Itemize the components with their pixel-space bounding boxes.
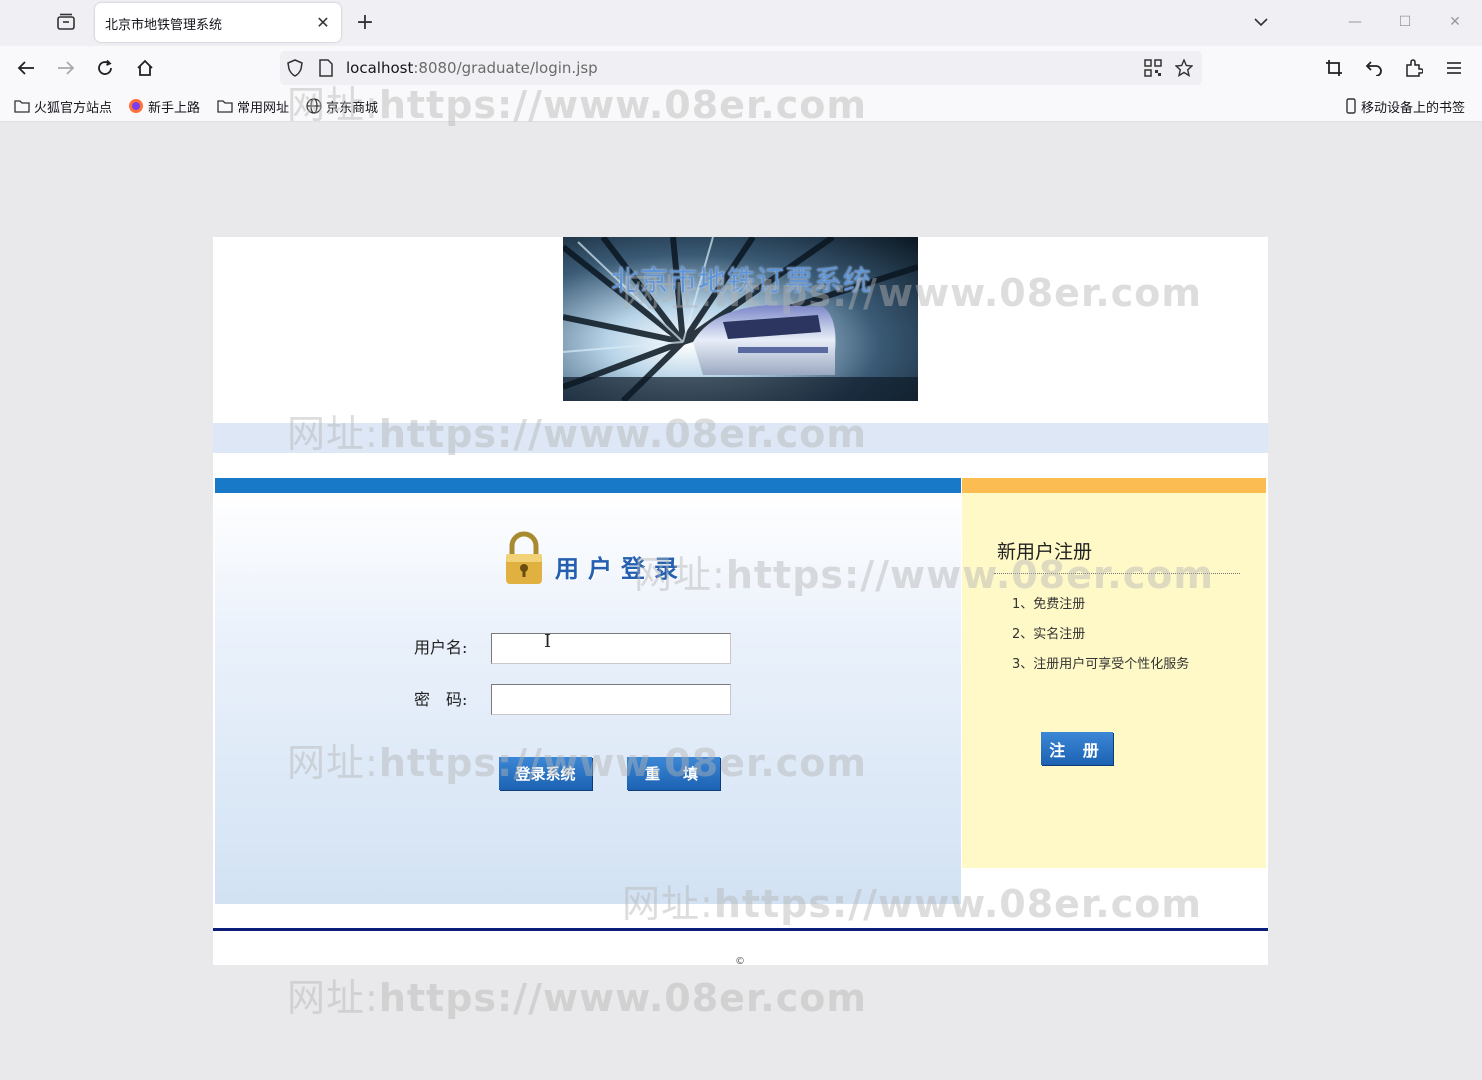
password-label: 密 码: bbox=[414, 690, 468, 709]
close-tab-icon[interactable]: ✕ bbox=[313, 12, 333, 32]
bookmark-label: 火狐官方站点 bbox=[34, 100, 113, 116]
menu-icon[interactable] bbox=[1441, 55, 1467, 81]
login-form-area: 用户登录 用户名: I 密 码: 登录系统 重 填 bbox=[215, 478, 961, 904]
bookmark-getting-started[interactable]: 新手上路 bbox=[128, 97, 201, 116]
screenshot-icon[interactable] bbox=[1321, 55, 1347, 81]
reload-icon[interactable] bbox=[92, 55, 118, 81]
register-info-item: 3、注册用户可享受个性化服务 bbox=[1012, 657, 1190, 672]
address-bar[interactable]: localhost:8080/graduate/login.jsp bbox=[280, 51, 1202, 85]
password-input[interactable] bbox=[491, 684, 731, 715]
qr-code-icon[interactable] bbox=[1142, 57, 1164, 79]
chevron-down-icon[interactable] bbox=[1249, 10, 1273, 34]
browser-tab[interactable]: 北京市地铁管理系统 ✕ bbox=[95, 3, 341, 42]
bookmark-label: 新手上路 bbox=[148, 100, 201, 116]
new-tab-icon[interactable]: + bbox=[352, 9, 378, 35]
undo-icon[interactable] bbox=[1361, 55, 1387, 81]
close-window-icon[interactable]: ✕ bbox=[1440, 8, 1470, 36]
tab-title: 北京市地铁管理系统 bbox=[105, 18, 223, 33]
folder-icon bbox=[14, 98, 30, 114]
register-button[interactable]: 注 册 bbox=[1041, 732, 1113, 765]
username-label: 用户名: bbox=[414, 638, 468, 657]
register-title: 新用户注册 bbox=[997, 541, 1093, 563]
navigation-bar: localhost:8080/graduate/login.jsp bbox=[0, 46, 1482, 90]
register-info-item: 2、实名注册 bbox=[1012, 627, 1086, 642]
mobile-device-icon bbox=[1345, 98, 1357, 114]
globe-icon bbox=[306, 98, 322, 114]
firefox-icon bbox=[128, 98, 144, 114]
bookmark-label: 移动设备上的书签 bbox=[1361, 100, 1466, 116]
extensions-icon[interactable] bbox=[1401, 55, 1427, 81]
banner-title: 北京市地铁订票系统 bbox=[611, 264, 873, 297]
bookmark-firefox-official[interactable]: 火狐官方站点 bbox=[14, 97, 113, 116]
tab-overview-icon[interactable] bbox=[52, 9, 80, 35]
bookmark-label: 京东商城 bbox=[326, 100, 379, 116]
login-button[interactable]: 登录系统 bbox=[499, 757, 592, 790]
register-area: 新用户注册 1、免费注册 2、实名注册 3、注册用户可享受个性化服务 注 册 bbox=[962, 478, 1266, 868]
star-icon[interactable] bbox=[1173, 57, 1195, 79]
username-input[interactable] bbox=[491, 633, 731, 664]
shield-icon[interactable] bbox=[284, 57, 306, 79]
page-icon[interactable] bbox=[315, 57, 337, 79]
login-title: 用户登录 bbox=[555, 555, 687, 583]
copyright-text: © bbox=[735, 956, 745, 967]
url-host: localhost bbox=[346, 59, 414, 77]
browser-tab-bar: 北京市地铁管理系统 ✕ + — ☐ ✕ bbox=[0, 0, 1482, 46]
maximize-icon[interactable]: ☐ bbox=[1390, 8, 1420, 36]
banner-image: 北京市地铁订票系统 bbox=[563, 237, 918, 401]
url-text[interactable]: localhost:8080/graduate/login.jsp bbox=[346, 59, 598, 77]
reset-button[interactable]: 重 填 bbox=[627, 757, 720, 790]
decorative-stripe bbox=[213, 423, 1268, 453]
mobile-bookmarks[interactable]: 移动设备上的书签 bbox=[1345, 97, 1466, 116]
bookmark-jd-mall[interactable]: 京东商城 bbox=[306, 97, 379, 116]
back-icon[interactable] bbox=[13, 55, 39, 81]
main-panel: 北京市地铁订票系统 用户登录 用户名: I 密 码: 登录系统 重 填 新用户注… bbox=[213, 237, 1268, 967]
folder-icon bbox=[217, 98, 233, 114]
register-info-item: 1、免费注册 bbox=[1012, 597, 1086, 612]
footer-divider bbox=[213, 928, 1268, 931]
home-icon[interactable] bbox=[132, 55, 158, 81]
bookmarks-toolbar: 火狐官方站点 新手上路 常用网址 京东商城 移动设备上的书签 bbox=[0, 90, 1482, 122]
forward-icon[interactable] bbox=[53, 55, 79, 81]
padlock-icon bbox=[503, 531, 545, 587]
page-content: 北京市地铁订票系统 用户登录 用户名: I 密 码: 登录系统 重 填 新用户注… bbox=[0, 122, 1482, 1080]
bookmark-label: 常用网址 bbox=[237, 100, 290, 116]
divider bbox=[994, 573, 1240, 574]
bookmark-common-sites[interactable]: 常用网址 bbox=[217, 97, 290, 116]
url-path: :8080/graduate/login.jsp bbox=[413, 59, 598, 77]
minimize-icon[interactable]: — bbox=[1340, 8, 1370, 36]
text-cursor-icon: I bbox=[544, 631, 552, 652]
